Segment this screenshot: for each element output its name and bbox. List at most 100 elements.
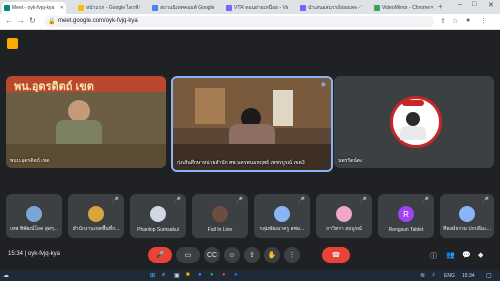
mic-toggle-button[interactable]: 🎤 <box>148 247 172 263</box>
participant-avatar <box>274 206 290 222</box>
address-bar[interactable]: 🔒 meet.google.com/oyk-fvjq-kya <box>44 16 434 27</box>
back-icon[interactable]: ← <box>5 16 13 25</box>
person-body <box>400 126 426 140</box>
browser-tab-video-2[interactable]: นำเสนอสมรรถ์ย่อยเพจ - Video ✕ <box>298 2 362 14</box>
participant-avatar <box>459 206 475 222</box>
participant-tile-small[interactable]: 🎤 กลุ่มพัฒนาครู สพม... <box>254 194 310 238</box>
forward-icon[interactable]: → <box>17 16 25 25</box>
raise-hand-button[interactable]: ✋ <box>264 247 280 263</box>
participant-tile-small[interactable]: 🎤 ทีพงษ์ธรรม ปกปลีมะ... <box>440 194 494 238</box>
close-tab-icon[interactable]: ✕ <box>60 5 64 11</box>
participant-avatar <box>88 206 104 222</box>
wifi-icon[interactable]: ≋ <box>420 272 425 279</box>
language-indicator[interactable]: ENG <box>444 273 455 279</box>
chrome-icon[interactable]: ● <box>198 272 202 278</box>
mic-off-icon: 🎤 <box>155 252 165 259</box>
tab-title: Meet - oyk-fvjq-kya <box>12 5 55 11</box>
browser-tab-meet[interactable]: Meet - oyk-fvjq-kya ✕ <box>2 2 66 14</box>
muted-icon: 🎤 <box>481 198 489 204</box>
captions-button[interactable]: CC <box>204 247 220 263</box>
muted-icon: 🎤 <box>421 198 429 204</box>
participant-name: Rengsun Tablet <box>388 227 424 233</box>
menu-icon[interactable]: ⋮ <box>480 17 487 25</box>
extension-favicon-icon <box>374 5 380 11</box>
browser-tab-drive[interactable]: หน้าแรก - Google ไดรฟ์ ✕ <box>76 2 140 14</box>
task-view-icon[interactable]: ▣ <box>174 272 180 279</box>
captions-icon: CC <box>206 251 218 259</box>
meet-stage: พน.อุตรดิตถ์ เขต พนบ.อุตรดิตถ์ เขต ◉ กุ่… <box>0 30 500 270</box>
participant-name: เทพ พิพัฒน์โยค สุดๆ... <box>10 226 58 232</box>
participant-name: สำนักงานเขตพื้นที่ก... <box>72 226 120 232</box>
weather-icon[interactable]: ☁ <box>3 272 9 279</box>
muted-icon: 🎤 <box>173 198 181 204</box>
drive-favicon-icon <box>78 5 84 11</box>
more-icon: ⋮ <box>288 252 296 259</box>
browser-tab-sheets[interactable]: สถานนิเทศคอมพ์ Google ✕ <box>150 2 214 14</box>
browser-tab-video-1[interactable]: VTR ดอนย่ายเหนื่อย - Video ✕ <box>224 2 288 14</box>
activity-icon[interactable] <box>7 38 18 49</box>
speaking-indicator-icon: ◉ <box>320 82 326 88</box>
video-favicon-icon <box>226 5 232 11</box>
tab-title: VTR ดอนย่ายเหนื่อย - Video <box>234 5 288 11</box>
tab-title: VideoMirror - Chrome <box>382 5 430 11</box>
app-icon[interactable]: ● <box>222 272 226 278</box>
emoji-button[interactable]: ☺ <box>224 247 240 263</box>
share-icon[interactable]: ⇪ <box>440 17 446 25</box>
more-options-button[interactable]: ⋮ <box>284 247 300 263</box>
url-text[interactable]: meet.google.com/oyk-fvjq-kya <box>58 18 138 24</box>
activities-icon[interactable]: ◆ <box>478 251 483 259</box>
taskbar-clock[interactable]: 15:34 <box>462 273 475 279</box>
participant-tile-small[interactable]: 🎤 R Rengsun Tablet <box>378 194 434 238</box>
participant-tile-1[interactable]: พน.อุตรดิตถ์ เขต พนบ.อุตรดิตถ์ เขต <box>6 76 166 168</box>
person-head <box>68 100 90 122</box>
app-icon[interactable]: ● <box>210 272 214 278</box>
participant-tile-small[interactable]: เทพ พิพัฒน์โยค สุดๆ... <box>6 194 62 238</box>
tab-title: นำเสนอสมรรถ์ย่อยเพจ - Video <box>308 5 362 11</box>
bookmark-star-icon[interactable]: ☆ <box>452 17 458 25</box>
close-tab-icon[interactable]: ✕ <box>138 5 140 11</box>
close-window-button[interactable]: ✕ <box>488 1 494 9</box>
close-tab-icon[interactable]: ✕ <box>430 5 434 11</box>
participant-tile-small[interactable]: 🎤 Phanlop Sumsakul <box>130 194 186 238</box>
browser-tab-bar: Meet - oyk-fvjq-kya ✕ หน้าแรก - Google ไ… <box>0 0 500 14</box>
app-icon[interactable]: ● <box>234 272 238 278</box>
info-icon[interactable]: ⓘ <box>430 251 437 261</box>
reload-icon[interactable]: ↻ <box>29 16 36 25</box>
maximize-button[interactable]: □ <box>472 1 476 8</box>
lock-icon: 🔒 <box>48 19 56 25</box>
present-button[interactable]: ⇪ <box>244 247 260 263</box>
participant-tile-3[interactable]: นพรรัตน์ตะ <box>334 76 494 168</box>
new-tab-button[interactable]: + <box>438 2 443 11</box>
leave-call-button[interactable]: ☎ <box>322 247 350 263</box>
taskbar-search-icon[interactable]: ⌕ <box>162 272 165 279</box>
participant-tile-2[interactable]: ◉ กุ่งเส้นศึกษาหน่วยสำนัก ศพ.นครพนมหฤพธ์… <box>171 76 333 172</box>
door <box>273 90 293 126</box>
emoji-icon: ☺ <box>228 251 236 259</box>
start-menu-icon[interactable]: ⊞ <box>150 272 155 279</box>
camera-toggle-button[interactable]: ▭ <box>176 247 200 263</box>
participant-name: Fall In Line <box>207 227 233 233</box>
chat-icon[interactable]: 💬 <box>462 251 471 259</box>
muted-icon: 🎤 <box>111 198 119 204</box>
participant-name: Phanlop Sumsakul <box>137 227 179 233</box>
os-taskbar: ☁ ⊞ ⌕ ▣ ■ ● ● ● ● ≋ ♪ ENG 15:34 ▢ <box>0 270 500 281</box>
google-favicon-icon <box>152 5 158 11</box>
participant-avatar <box>336 206 352 222</box>
volume-icon[interactable]: ♪ <box>432 272 435 278</box>
participant-name: ภาวิตรา สมบูรณ์ <box>326 226 362 232</box>
participant-tile-small[interactable]: 🎤 ภาวิตรา สมบูรณ์ <box>316 194 372 238</box>
file-explorer-icon[interactable]: ■ <box>186 272 190 278</box>
tab-title: สถานนิเทศคอมพ์ Google <box>160 5 214 11</box>
notification-icon[interactable]: ▢ <box>486 272 492 279</box>
muted-icon: 🎤 <box>297 198 305 204</box>
banner: พน.อุตรดิตถ์ เขต <box>6 76 166 93</box>
participant-tile-small[interactable]: 🎤 สำนักงานเขตพื้นที่ก... <box>68 194 124 238</box>
profile-icon[interactable]: ● <box>466 17 470 24</box>
minimize-button[interactable]: – <box>458 1 462 8</box>
browser-tab-videomirror[interactable]: VideoMirror - Chrome ✕ <box>372 2 436 14</box>
muted-icon: 🎤 <box>359 198 367 204</box>
present-icon: ⇪ <box>249 252 255 259</box>
meet-favicon-icon <box>4 5 10 11</box>
participant-tile-small[interactable]: 🎤 Fall In Line <box>192 194 248 238</box>
people-icon[interactable]: 👥 <box>446 251 455 259</box>
